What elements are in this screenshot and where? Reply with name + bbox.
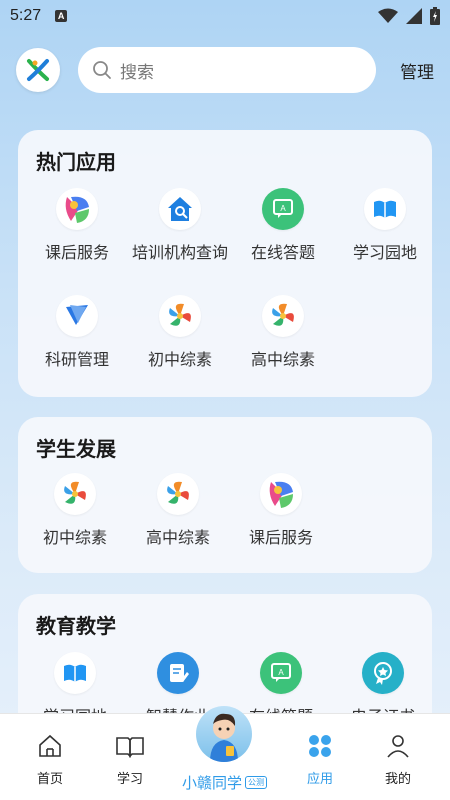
nav-label: 首页: [36, 772, 63, 787]
junior-comprehensive-icon: [159, 295, 201, 337]
e-certificate-icon: [362, 652, 404, 694]
search-input[interactable]: 搜索: [78, 47, 376, 93]
search-placeholder: 搜索: [120, 62, 154, 83]
online-quiz-icon: A: [262, 188, 304, 230]
nav-label: 我的: [384, 772, 411, 787]
search-icon: [93, 61, 111, 79]
learning-garden-icon: [364, 188, 406, 230]
header: 搜索 管理: [0, 46, 450, 94]
app-label: 初中综素: [147, 350, 212, 369]
app-label: 课后服务: [44, 243, 109, 262]
training-query-icon: [159, 188, 201, 230]
nav-label: 学习: [116, 772, 143, 787]
nav-apps[interactable]: 应用: [285, 732, 355, 787]
notification-icon: A: [55, 10, 68, 22]
svg-text:A: A: [278, 668, 284, 677]
app-label: 在线答题: [250, 243, 315, 262]
nav-label: 应用: [306, 772, 333, 787]
app-after-school-service[interactable]: 课后服务: [231, 473, 331, 548]
assistant-label[interactable]: 小赣同学 公测: [182, 772, 268, 793]
app-label: 科研管理: [44, 350, 109, 369]
app-label: 培训机构查询: [131, 243, 228, 262]
logo-icon[interactable]: [16, 48, 60, 92]
svg-text:A: A: [280, 204, 286, 213]
app-online-quiz[interactable]: A 在线答题: [233, 188, 333, 263]
app-junior-comprehensive[interactable]: 初中综素: [130, 295, 230, 370]
battery-icon: [430, 7, 440, 25]
status-time: 5:27: [10, 7, 42, 24]
after-school-service-icon: [260, 473, 302, 515]
smart-homework-icon: [157, 652, 199, 694]
status-bar: 5:27 A: [0, 0, 450, 32]
nav-home[interactable]: 首页: [15, 732, 85, 787]
app-research-management[interactable]: 科研管理: [27, 295, 127, 370]
app-training-query[interactable]: 培训机构查询: [130, 188, 230, 263]
senior-comprehensive-icon: [157, 473, 199, 515]
app-label: 高中综素: [250, 350, 315, 369]
signal-icon: [406, 8, 422, 24]
book-icon: [116, 737, 144, 758]
senior-comprehensive-icon: [262, 295, 304, 337]
online-quiz-icon: A: [260, 652, 302, 694]
app-junior-comprehensive[interactable]: 初中综素: [25, 473, 125, 548]
learning-garden-icon: [54, 652, 96, 694]
section-student-development: 学生发展 初中综素 高中综素 课后服务: [18, 417, 432, 573]
section-title: 学生发展: [36, 437, 116, 461]
manage-button[interactable]: 管理: [400, 58, 434, 83]
app-label: 课后服务: [248, 528, 313, 547]
research-management-icon: [56, 295, 98, 337]
app-learning-garden[interactable]: 学习园地: [335, 188, 435, 263]
after-school-service-icon: [56, 188, 98, 230]
apps-icon: [309, 735, 331, 757]
nav-study[interactable]: 学习: [95, 732, 165, 787]
home-icon: [39, 734, 61, 757]
section-title: 教育教学: [36, 614, 116, 638]
assistant-avatar[interactable]: [196, 706, 252, 762]
wifi-icon: [378, 8, 398, 23]
app-label: 初中综素: [42, 528, 107, 547]
junior-comprehensive-icon: [54, 473, 96, 515]
section-title: 热门应用: [36, 150, 116, 174]
app-label: 学习园地: [352, 243, 417, 262]
app-label: 高中综素: [145, 528, 210, 547]
app-senior-comprehensive[interactable]: 高中综素: [233, 295, 333, 370]
assistant-name: 小赣同学: [182, 774, 243, 792]
nav-mine[interactable]: 我的: [363, 732, 433, 787]
app-senior-comprehensive[interactable]: 高中综素: [128, 473, 228, 548]
user-icon: [387, 735, 409, 758]
section-hot-apps: 热门应用 课后服务 培训机构查询 A 在线答题 学习园地 科研管理 初中综素 高…: [18, 130, 432, 397]
app-after-school-service[interactable]: 课后服务: [27, 188, 127, 263]
beta-badge: 公测: [245, 776, 268, 789]
